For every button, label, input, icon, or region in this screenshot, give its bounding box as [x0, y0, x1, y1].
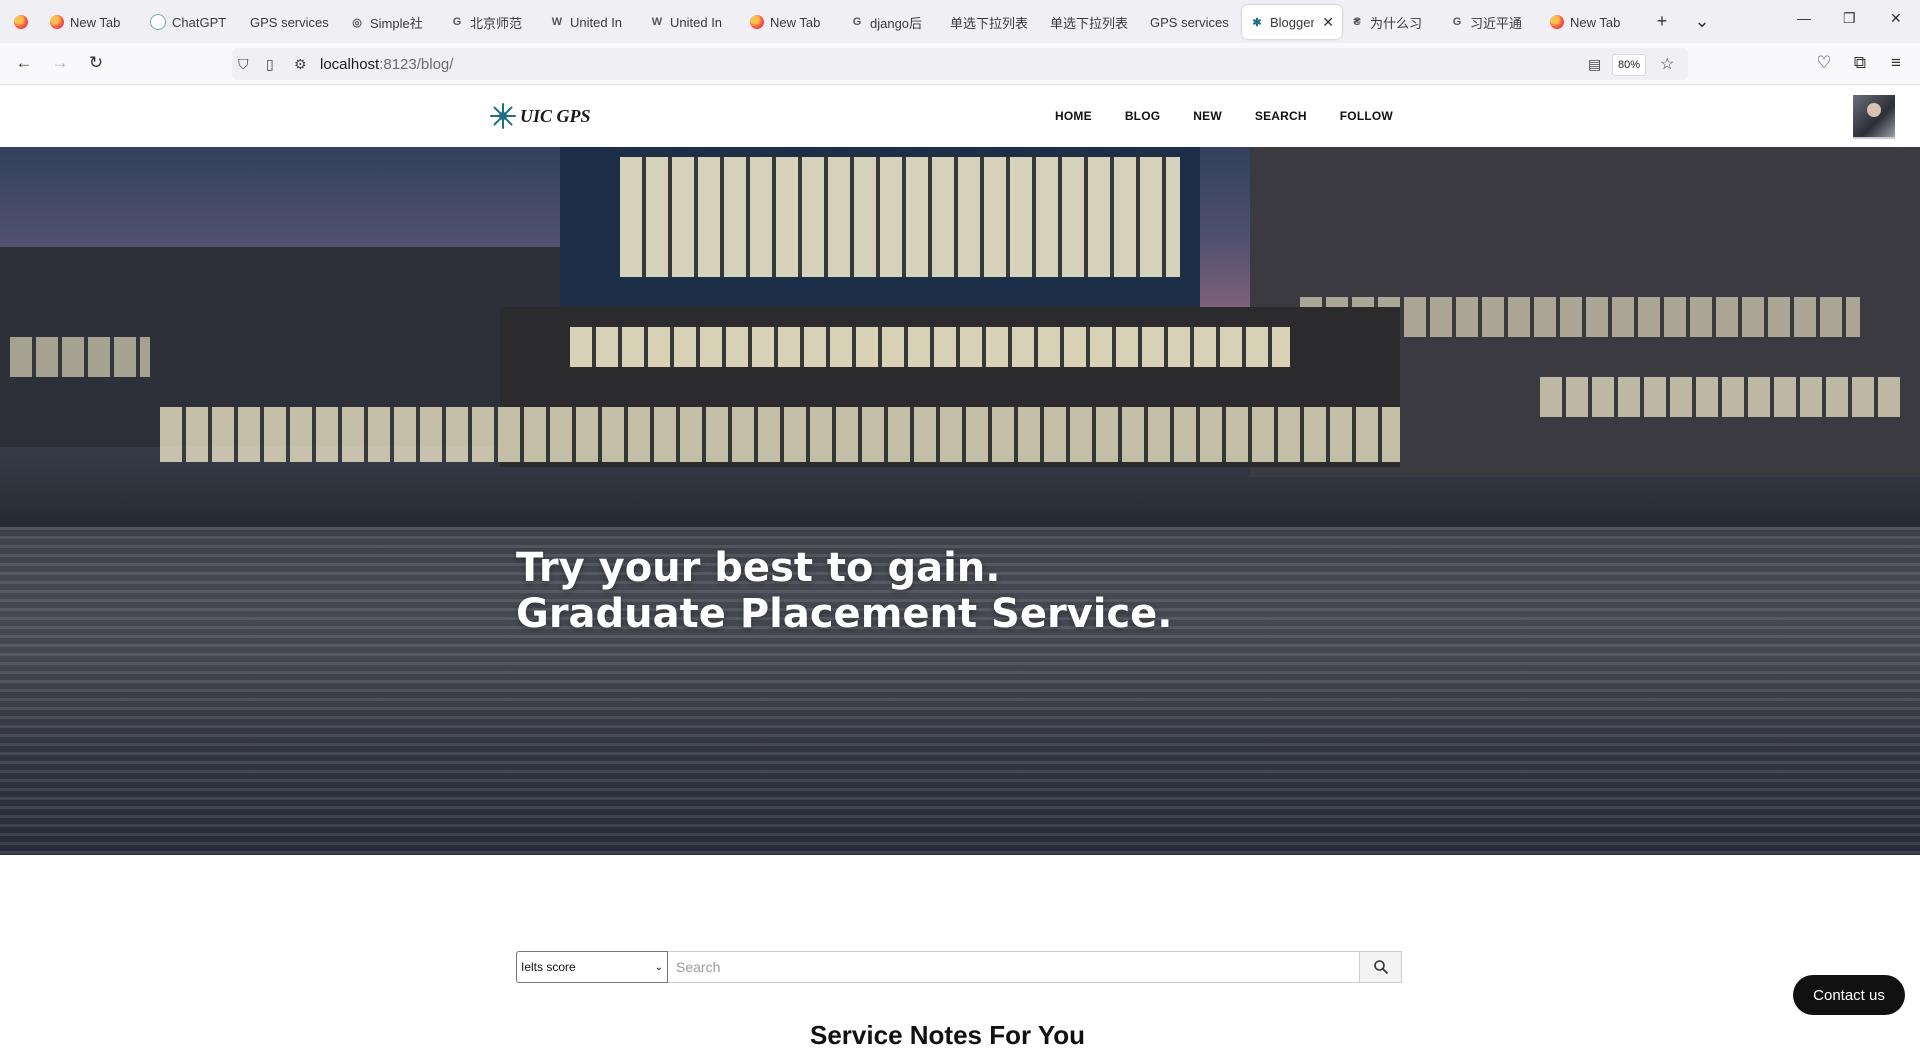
firefox-icon — [50, 15, 64, 29]
tab-title: 单选下拉列表 — [950, 15, 1029, 31]
tab-title: United In — [670, 14, 723, 30]
list-tabs-chevron-icon[interactable]: ⌄ — [1682, 11, 1722, 32]
tab-title: 习近平通 — [1470, 15, 1523, 31]
new-tab-button[interactable]: + — [1642, 11, 1682, 32]
back-icon[interactable]: ← — [12, 52, 36, 76]
browser-tab[interactable]: ◎ Simple社 — [342, 5, 442, 39]
browser-tab-bar: New Tab ChatGPT GPS services ◎ Simple社 G 北京师范 W… — [0, 0, 1920, 43]
browser-tab[interactable]: ₴ 为什么习 — [1342, 5, 1442, 39]
browser-tab[interactable]: 单选下拉列表 — [1042, 5, 1142, 39]
browser-tab[interactable]: GPS services — [1142, 5, 1242, 39]
tab-title: New Tab — [770, 14, 821, 30]
menu-follow[interactable]: FOLLOW — [1340, 109, 1393, 123]
close-window-icon[interactable]: ✕ — [1890, 10, 1902, 27]
section-heading: Service Notes For You — [810, 1020, 1086, 1050]
search-input[interactable]: Search — [668, 951, 1360, 983]
extensions-icon[interactable]: ⧉ — [1848, 52, 1872, 76]
tab-title: 北京师范 — [470, 15, 523, 31]
chevron-down-icon: ⌄ — [654, 961, 663, 973]
url-text[interactable]: localhost:8123/blog/ — [320, 56, 453, 73]
tab-title: 为什么习 — [1370, 15, 1423, 31]
search-form: Ielts score ⌄ Search — [516, 951, 1402, 985]
url-path: :8123/blog/ — [379, 56, 454, 73]
category-select-value: Ielts score — [521, 960, 576, 974]
menu-search[interactable]: SEARCH — [1255, 109, 1307, 123]
menu-hamburger-icon[interactable]: ≡ — [1884, 52, 1908, 76]
chatgpt-icon — [150, 14, 166, 30]
news-icon: ₴ — [1353, 16, 1361, 28]
browser-tab[interactable]: ✱ Blogger ✕ — [1242, 5, 1342, 39]
user-avatar[interactable] — [1853, 95, 1895, 139]
restore-icon[interactable]: ❐ — [1843, 10, 1856, 27]
reload-icon[interactable]: ↻ — [84, 52, 108, 76]
tab-title: Blogger — [1270, 14, 1315, 30]
tab-title: Simple社 — [370, 15, 423, 31]
logo-text: UIC GPS — [520, 105, 591, 126]
tab-title: 单选下拉列表 — [1050, 15, 1129, 31]
browser-tab[interactable]: W United In — [642, 5, 742, 39]
menu-blog[interactable]: BLOG — [1125, 109, 1160, 123]
tab-title: New Tab — [70, 14, 121, 30]
tab-title: United In — [570, 14, 623, 30]
url-bar[interactable]: ⛉ ▯ ⚙ localhost:8123/blog/ ▤ 80% ☆ — [232, 48, 1688, 80]
firefox-icon — [14, 15, 28, 29]
firefox-icon — [1550, 15, 1564, 29]
contact-us-button[interactable]: Contact us — [1793, 975, 1905, 1015]
menu-new[interactable]: NEW — [1193, 109, 1222, 123]
close-tab-icon[interactable]: ✕ — [1322, 14, 1334, 31]
navigation-bar: ← → ↻ ⛉ ▯ ⚙ localhost:8123/blog/ ▤ 80% ☆… — [0, 43, 1920, 85]
search-placeholder: Search — [676, 959, 721, 975]
forward-icon[interactable]: → — [48, 52, 72, 76]
firefox-view-button[interactable] — [0, 5, 42, 39]
shield-icon[interactable]: ⛉ — [238, 56, 249, 73]
tab-title: django后 — [870, 15, 923, 31]
browser-tab[interactable]: Gdjango后 — [842, 5, 942, 39]
browser-tab[interactable]: G 习近平通 — [1442, 5, 1542, 39]
pocket-icon[interactable]: ♡ — [1812, 52, 1836, 76]
site-logo[interactable]: UIC GPS — [490, 103, 591, 129]
browser-tab[interactable]: 单选下拉列表 — [942, 5, 1042, 39]
gear-star-logo-icon — [490, 103, 516, 129]
hero-line-2: Graduate Placement Service. — [516, 591, 1173, 637]
browser-tab[interactable]: New Tab — [742, 5, 842, 39]
browser-tab[interactable]: W United In — [542, 5, 642, 39]
browser-tab[interactable]: New Tab — [42, 5, 142, 39]
minimize-icon[interactable]: — — [1797, 10, 1811, 26]
menu-home[interactable]: HOME — [1055, 109, 1092, 123]
hero-line-1: Try your best to gain. — [516, 545, 1001, 591]
browser-tab[interactable]: New Tab — [1542, 5, 1642, 39]
browser-tab[interactable]: ChatGPT — [142, 5, 242, 39]
google-icon: G — [852, 16, 862, 28]
bookmark-star-icon[interactable]: ☆ — [1660, 54, 1674, 74]
site-header: UIC GPS HOME BLOG NEW SEARCH FOLLOW — [0, 85, 1920, 147]
tab-title: New Tab — [1570, 14, 1621, 30]
permissions-icon[interactable]: ⚙ — [294, 56, 307, 73]
firefox-icon — [750, 15, 764, 29]
browser-tab[interactable]: GPS services — [242, 5, 342, 39]
google-icon: G — [452, 16, 462, 28]
hero-banner: Try your best to gain. Graduate Placemen… — [0, 147, 1920, 855]
tab-title: GPS services — [250, 14, 329, 30]
search-icon — [1373, 960, 1388, 975]
reader-mode-icon[interactable]: ▤ — [1588, 56, 1601, 73]
wikipedia-icon: W — [651, 16, 663, 28]
search-button[interactable] — [1360, 951, 1402, 983]
hero-title: Try your best to gain. Graduate Placemen… — [516, 545, 1173, 637]
page-icon[interactable]: ▯ — [266, 56, 274, 73]
category-select[interactable]: Ielts score ⌄ — [516, 951, 668, 983]
main-menu: HOME BLOG NEW SEARCH FOLLOW — [1055, 109, 1426, 123]
gear-icon: ✱ — [1252, 16, 1262, 29]
browser-tab[interactable]: G 北京师范 — [442, 5, 542, 39]
tab-title: GPS services — [1150, 14, 1229, 30]
simple-icon: ◎ — [352, 16, 362, 29]
zoom-level[interactable]: 80% — [1612, 54, 1646, 76]
wikipedia-icon: W — [551, 16, 563, 28]
url-host: localhost — [320, 56, 380, 73]
google-icon: G — [1452, 16, 1462, 28]
tab-title: ChatGPT — [172, 14, 227, 30]
